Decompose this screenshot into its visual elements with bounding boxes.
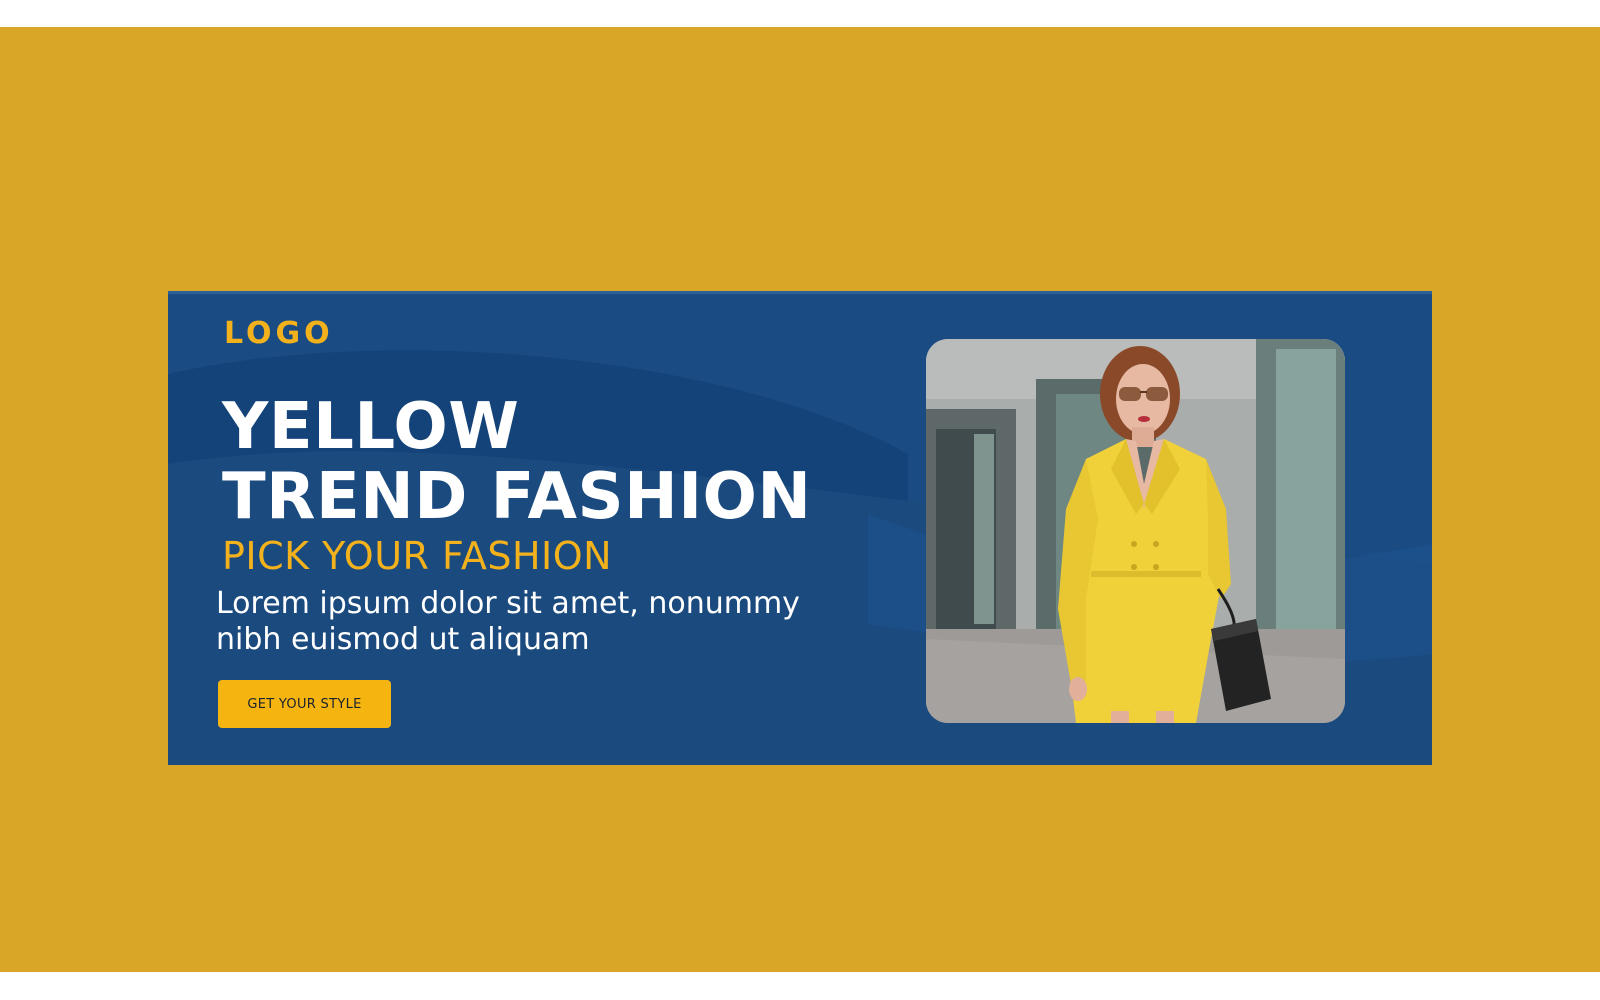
- promo-banner: LOGO YELLOW TREND FASHION PICK YOUR FASH…: [168, 291, 1432, 765]
- model-photo: [926, 339, 1345, 723]
- body-copy: Lorem ipsum dolor sit amet, nonummy nibh…: [216, 586, 836, 658]
- body-copy-line-1: Lorem ipsum dolor sit amet, nonummy: [216, 586, 800, 621]
- headline: YELLOW TREND FASHION: [222, 392, 811, 532]
- headline-line-2: TREND FASHION: [222, 460, 812, 534]
- brand-logo: LOGO: [224, 316, 334, 351]
- get-your-style-button[interactable]: GET YOUR STYLE: [218, 680, 391, 728]
- tagline: PICK YOUR FASHION: [222, 534, 613, 578]
- body-copy-line-2: nibh euismod ut aliquam: [216, 622, 590, 657]
- headline-line-1: YELLOW: [222, 390, 520, 464]
- canvas-background: LOGO YELLOW TREND FASHION PICK YOUR FASH…: [0, 27, 1600, 972]
